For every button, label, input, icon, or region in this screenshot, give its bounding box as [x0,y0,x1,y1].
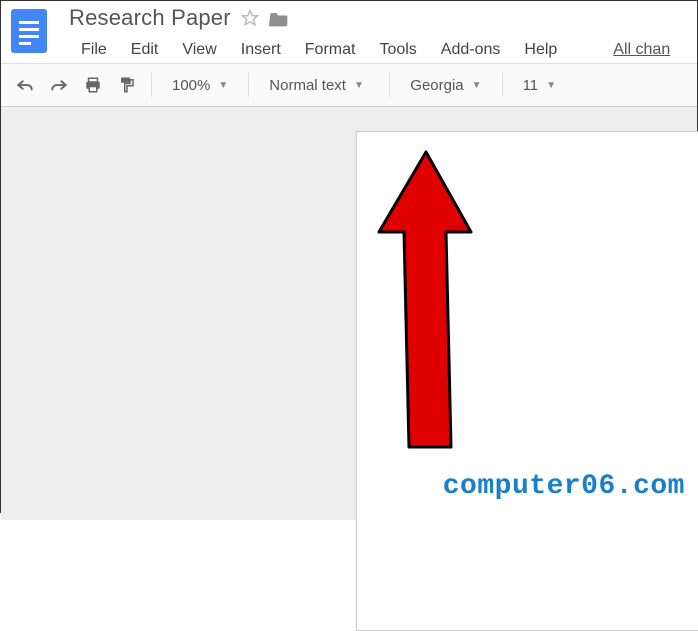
app-header: Research Paper File Edit View Insert For… [1,1,697,63]
menu-edit[interactable]: Edit [119,37,171,63]
document-canvas[interactable] [1,107,697,520]
folder-icon[interactable] [269,9,289,27]
star-icon[interactable] [241,9,259,27]
undo-button[interactable] [11,71,39,99]
header-content: Research Paper File Edit View Insert For… [69,5,670,63]
menu-view[interactable]: View [170,37,228,63]
caret-down-icon: ▼ [354,80,364,91]
docs-logo[interactable] [9,7,49,55]
menu-help[interactable]: Help [512,37,569,63]
zoom-dropdown[interactable]: 100% ▼ [162,71,238,99]
menu-addons[interactable]: Add-ons [429,37,513,63]
menu-insert[interactable]: Insert [229,37,293,63]
caret-down-icon: ▼ [472,80,482,91]
watermark-text: computer06.com [443,471,685,502]
font-value: Georgia [410,77,463,94]
toolbar-separator [389,73,390,97]
changes-link[interactable]: All chan [613,37,670,63]
document-page[interactable] [356,131,698,631]
zoom-value: 100% [172,77,210,94]
print-button[interactable] [79,71,107,99]
toolbar-separator [151,73,152,97]
caret-down-icon: ▼ [218,80,228,91]
menu-tools[interactable]: Tools [367,37,428,63]
redo-button[interactable] [45,71,73,99]
document-title[interactable]: Research Paper [69,5,231,31]
font-size-value: 11 [523,77,539,94]
toolbar: 100% ▼ Normal text ▼ Georgia ▼ 11 ▼ [1,63,697,107]
menu-format[interactable]: Format [293,37,368,63]
menu-file[interactable]: File [69,37,119,63]
toolbar-separator [502,73,503,97]
menu-bar: File Edit View Insert Format Tools Add-o… [69,37,670,63]
paint-format-button[interactable] [113,71,141,99]
font-size-dropdown[interactable]: 11 ▼ [513,71,566,99]
title-row: Research Paper [69,5,670,31]
paragraph-style-dropdown[interactable]: Normal text ▼ [259,71,379,99]
toolbar-separator [248,73,249,97]
caret-down-icon: ▼ [546,80,556,91]
font-dropdown[interactable]: Georgia ▼ [400,71,491,99]
style-value: Normal text [269,77,346,94]
